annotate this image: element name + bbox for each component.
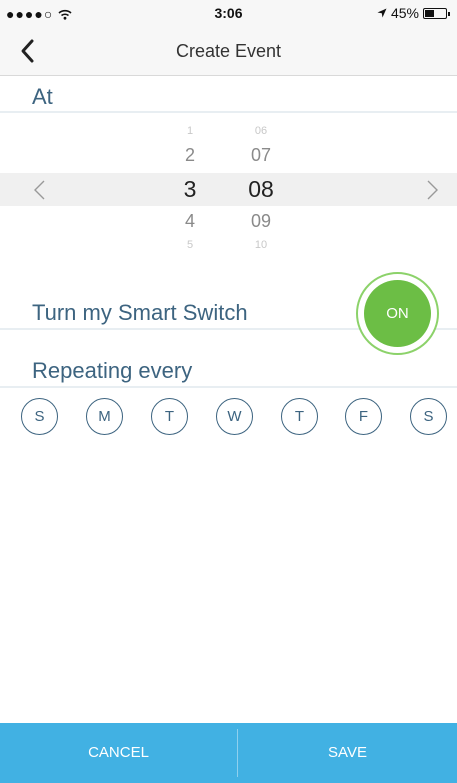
toggle-state: ON: [364, 280, 431, 347]
hour-option[interactable]: 5: [170, 239, 210, 251]
hour-option[interactable]: 2: [170, 145, 210, 166]
navigation-bar: Create Event: [0, 26, 457, 76]
battery-percent: 45%: [390, 5, 419, 21]
minute-option[interactable]: 10: [238, 239, 284, 251]
minute-option[interactable]: 06: [238, 125, 284, 137]
day-button-monday[interactable]: M: [86, 398, 123, 435]
hour-option[interactable]: 4: [170, 211, 210, 232]
day-button-saturday[interactable]: S: [410, 398, 447, 435]
at-label: At: [32, 84, 53, 109]
hour-option[interactable]: 1: [170, 125, 210, 137]
hour-selected[interactable]: 3: [168, 176, 212, 203]
status-right: 45%: [377, 5, 450, 21]
status-bar: ●●●●○ 3:06 45%: [0, 0, 457, 26]
minute-option[interactable]: 07: [238, 145, 284, 166]
save-button[interactable]: SAVE: [238, 723, 457, 783]
smart-switch-toggle[interactable]: ON: [356, 272, 439, 355]
day-button-friday[interactable]: F: [345, 398, 382, 435]
repeat-label: Repeating every: [32, 358, 193, 383]
day-button-thursday[interactable]: T: [281, 398, 318, 435]
battery-icon: [423, 7, 450, 19]
page-title: Create Event: [175, 41, 282, 61]
cancel-button[interactable]: CANCEL: [0, 723, 237, 783]
minute-selected[interactable]: 08: [234, 176, 288, 203]
day-button-wednesday[interactable]: W: [216, 398, 253, 435]
day-selector: S M T W T F S: [0, 398, 457, 438]
switch-label: Turn my Smart Switch: [32, 300, 248, 325]
location-arrow-icon: [377, 8, 387, 18]
battery-fill: [425, 9, 434, 17]
day-button-sunday[interactable]: S: [21, 398, 58, 435]
minute-option[interactable]: 09: [238, 211, 284, 232]
time-picker[interactable]: 1 2 3 4 5 06 07 08 09 10: [0, 112, 457, 262]
day-button-tuesday[interactable]: T: [151, 398, 188, 435]
picker-right-arrow-icon[interactable]: [424, 179, 440, 201]
footer-bar: CANCEL SAVE: [0, 723, 457, 783]
repeat-divider: [0, 386, 457, 388]
picker-selection-band: [0, 173, 457, 206]
picker-left-arrow-icon[interactable]: [32, 179, 48, 201]
